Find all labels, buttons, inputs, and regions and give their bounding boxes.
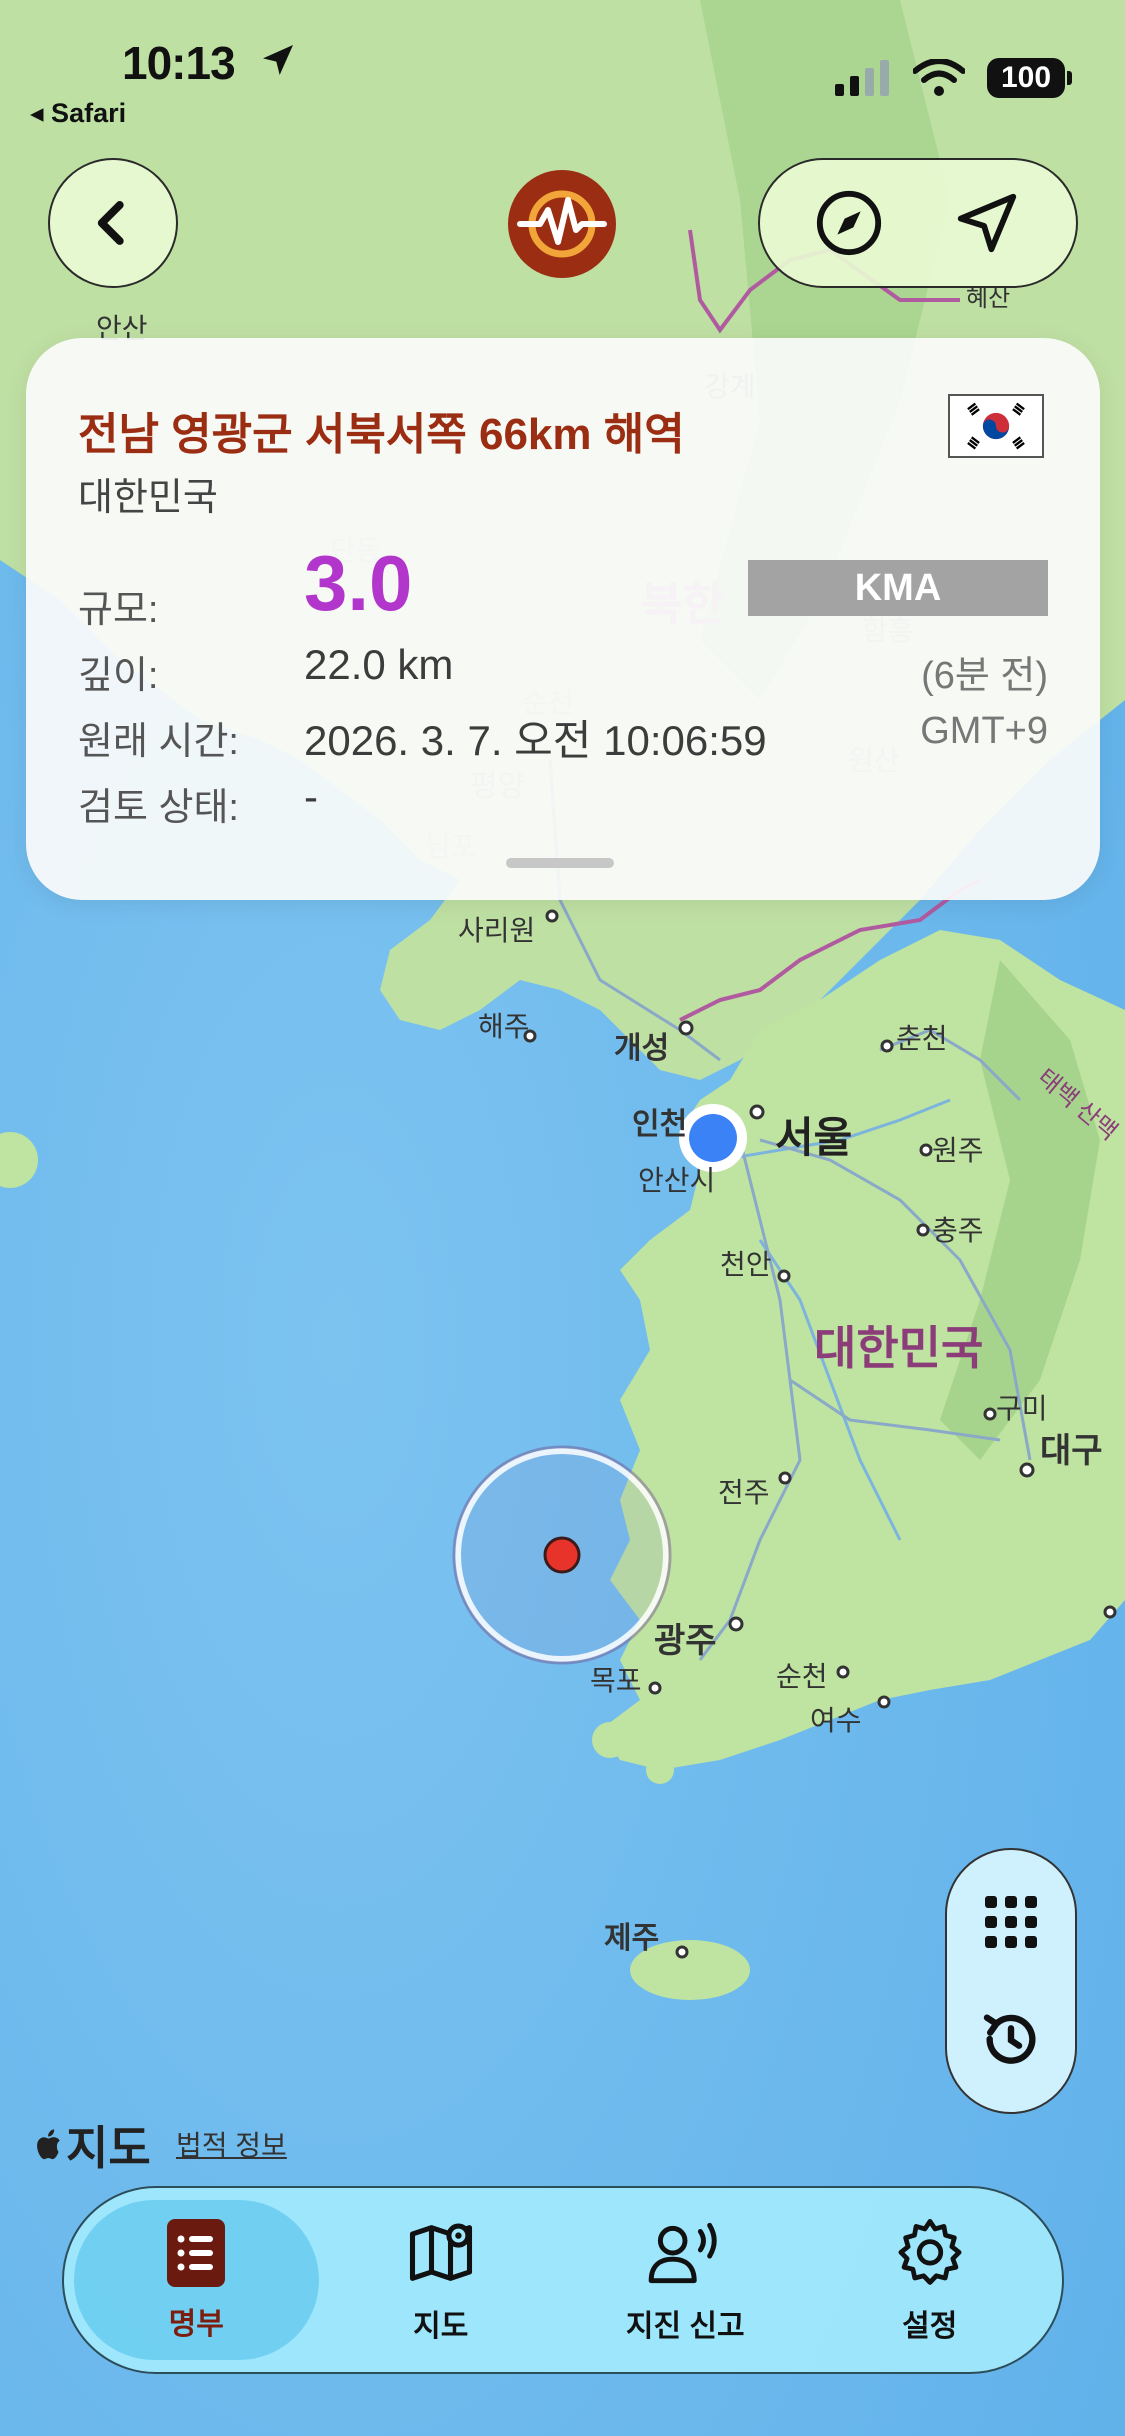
map-label-mokpo: 목포 bbox=[590, 1665, 642, 1696]
magnitude-value: 3.0 bbox=[304, 539, 413, 627]
map-label-gumi: 구미 bbox=[996, 1393, 1048, 1424]
chevron-left-icon bbox=[97, 201, 124, 245]
time-ago: (6분 전) bbox=[921, 655, 1048, 697]
card-drag-handle[interactable] bbox=[506, 858, 614, 868]
apple-logo-icon bbox=[37, 2129, 60, 2160]
user-location-marker[interactable] bbox=[689, 1114, 737, 1162]
map-label-cheonan: 천안 bbox=[720, 1249, 772, 1280]
location-arrow-icon bbox=[263, 45, 293, 75]
magnitude-label: 규모: bbox=[78, 589, 159, 631]
tab-label: 지진 신고 bbox=[625, 2310, 745, 2343]
grid-icon[interactable] bbox=[981, 1892, 1041, 1952]
korea-flag-icon bbox=[948, 394, 1044, 458]
app-logo-icon bbox=[508, 170, 616, 278]
map-label-jeonju: 전주 bbox=[718, 1477, 770, 1508]
map-label-gwangju: 광주 bbox=[654, 1622, 717, 1660]
earthquake-detail-card[interactable]: 전남 영광군 서북서쪽 66km 해역 대한민국 규모: 3.0 KMA 깊이:… bbox=[26, 338, 1100, 900]
origin-time-value: 2026. 3. 7. 오전 10:06:59 bbox=[304, 717, 767, 764]
report-person-icon bbox=[648, 2222, 717, 2284]
cellular-signal-icon bbox=[835, 60, 889, 96]
quake-location-title: 전남 영광군 서북서쪽 66km 해역 bbox=[78, 410, 685, 459]
tab-bar: 명부 지도 지진 신고 설정 bbox=[62, 2186, 1064, 2374]
tab-directory[interactable]: 명부 bbox=[74, 2200, 319, 2360]
side-controls bbox=[945, 1848, 1077, 2114]
review-status-value: - bbox=[304, 773, 318, 820]
map-label-wonju: 원주 bbox=[932, 1135, 984, 1166]
origin-time-label: 원래 시간: bbox=[78, 721, 239, 763]
map-label-hyesan: 혜산 bbox=[966, 285, 1010, 312]
location-arrow-outline-icon[interactable] bbox=[952, 188, 1022, 258]
map-label-jeju: 제주 bbox=[604, 1922, 659, 1955]
map-label-south-korea: 대한민국 bbox=[814, 1322, 983, 1374]
map-label-suncheon: 순천 bbox=[776, 1661, 828, 1692]
map-label-haeju: 해주 bbox=[478, 1011, 530, 1042]
battery-indicator: 100 bbox=[987, 58, 1072, 98]
depth-value: 22.0 km bbox=[304, 641, 454, 688]
tab-map[interactable]: 지도 bbox=[319, 2200, 564, 2360]
wifi-icon bbox=[913, 59, 965, 96]
back-to-safari[interactable]: ◂ Safari bbox=[30, 98, 126, 129]
apple-maps-logo: 지도 bbox=[30, 2112, 151, 2178]
map-label-seoul: 서울 bbox=[775, 1114, 852, 1161]
review-status-label: 검토 상태: bbox=[78, 787, 239, 829]
map-controls bbox=[758, 158, 1078, 288]
status-time: 10:13 bbox=[122, 37, 236, 89]
map-label-yeosu: 여수 bbox=[810, 1705, 862, 1736]
list-book-icon bbox=[167, 2219, 226, 2287]
map-label-ansan: 안산시 bbox=[638, 1165, 715, 1196]
back-button[interactable] bbox=[48, 158, 178, 288]
maps-attribution-text: 지도 bbox=[66, 2122, 151, 2174]
agency-badge: KMA bbox=[748, 560, 1048, 616]
map-label-chuncheon: 춘천 bbox=[896, 1023, 948, 1054]
tab-settings[interactable]: 설정 bbox=[808, 2200, 1053, 2360]
tab-label: 지도 bbox=[413, 2310, 469, 2343]
map-label-sariwon: 사리원 bbox=[458, 915, 535, 946]
compass-icon[interactable] bbox=[814, 188, 884, 258]
status-indicators: 100 bbox=[835, 58, 1072, 98]
tab-label: 설정 bbox=[902, 2310, 958, 2343]
quake-country: 대한민국 bbox=[78, 477, 218, 519]
timezone: GMT+9 bbox=[920, 710, 1048, 752]
map-icon bbox=[409, 2223, 472, 2281]
epicenter-marker[interactable] bbox=[543, 1536, 581, 1574]
map-label-daegu: 대구 bbox=[1040, 1432, 1103, 1470]
depth-label: 깊이: bbox=[78, 655, 159, 697]
island bbox=[646, 1756, 674, 1784]
tab-label: 명부 bbox=[168, 2308, 224, 2341]
gear-icon bbox=[898, 2218, 962, 2285]
island bbox=[592, 1722, 628, 1758]
map-label-incheon: 인천 bbox=[632, 1108, 687, 1141]
history-icon[interactable] bbox=[979, 2007, 1043, 2071]
legal-info-link[interactable]: 법적 정보 bbox=[176, 2124, 287, 2164]
tab-report[interactable]: 지진 신고 bbox=[563, 2200, 808, 2360]
map-label-chungju: 충주 bbox=[932, 1215, 984, 1246]
map-label-kaesong: 개성 bbox=[614, 1032, 669, 1065]
